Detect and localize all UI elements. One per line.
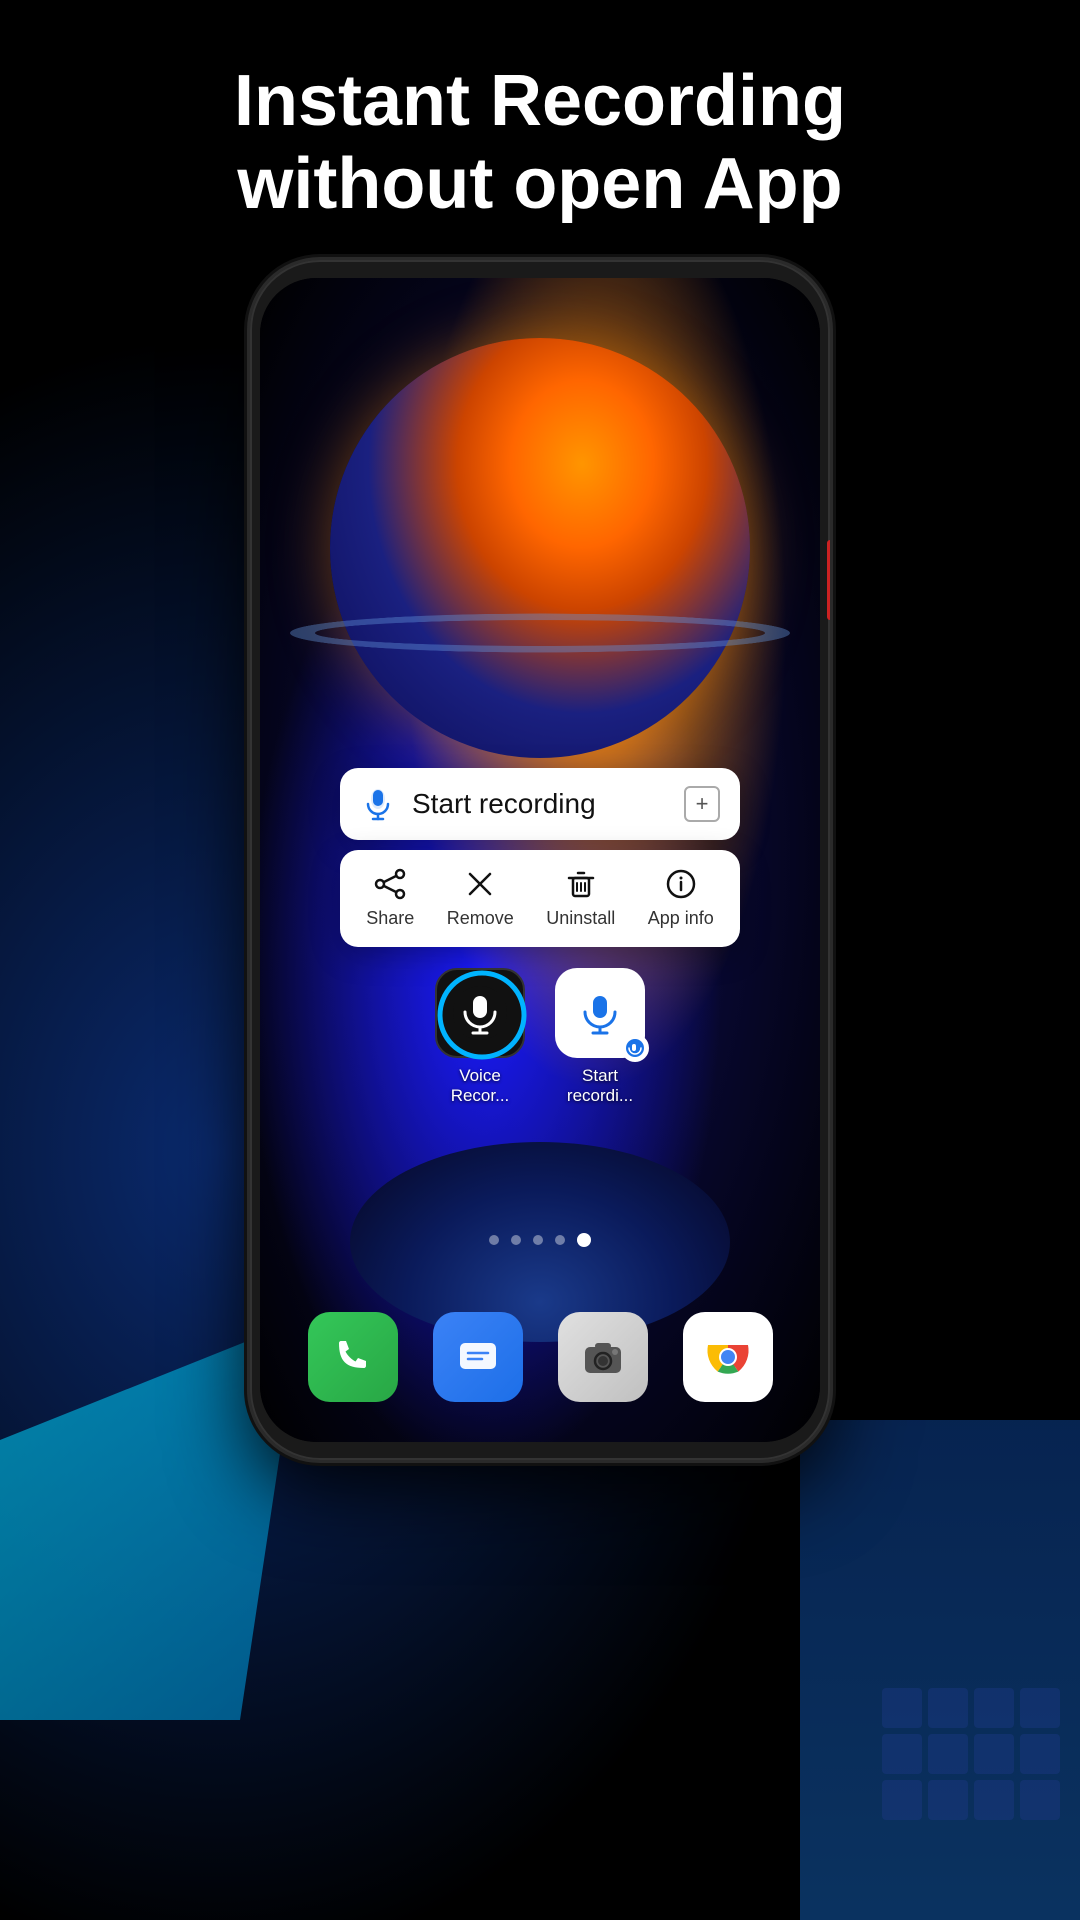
decorative-squares xyxy=(882,1688,1060,1820)
start-recording-icon-wrap[interactable]: Start recordi... xyxy=(555,968,645,1106)
dock-messages[interactable] xyxy=(433,1312,523,1402)
header-line2: without open App xyxy=(237,144,842,224)
dot-3 xyxy=(533,1235,543,1245)
dock-chrome[interactable] xyxy=(683,1312,773,1402)
bottom-dock xyxy=(290,1312,790,1402)
phone-screen: Start recording + Share xyxy=(260,278,820,1442)
plus-button[interactable]: + xyxy=(684,786,720,822)
header-line1: Instant Recording xyxy=(234,61,846,141)
info-icon xyxy=(665,868,697,900)
app-icons-row: Voice Recor... xyxy=(435,968,645,1106)
share-icon xyxy=(374,868,406,900)
uninstall-action[interactable]: Uninstall xyxy=(546,868,615,929)
remove-icon xyxy=(464,868,496,900)
start-recording-shortcut-icon xyxy=(555,968,645,1058)
context-actions-menu: Share Remove Unins xyxy=(340,850,740,947)
dot-5-active xyxy=(577,1233,591,1247)
header: Instant Recording without open App xyxy=(0,60,1080,226)
side-button xyxy=(827,540,830,620)
dock-phone[interactable] xyxy=(308,1312,398,1402)
voice-recorder-icon xyxy=(435,968,525,1058)
dot-2 xyxy=(511,1235,521,1245)
share-label: Share xyxy=(366,908,414,929)
share-action[interactable]: Share xyxy=(366,868,414,929)
page-dots xyxy=(489,1233,591,1247)
uninstall-label: Uninstall xyxy=(546,908,615,929)
remove-action[interactable]: Remove xyxy=(447,868,514,929)
remove-label: Remove xyxy=(447,908,514,929)
trash-icon xyxy=(565,868,597,900)
background-blue-right xyxy=(800,1420,1080,1920)
app-info-action[interactable]: App info xyxy=(648,868,714,929)
voice-recorder-name: Voice Recor... xyxy=(435,1066,525,1106)
planet-ring xyxy=(290,614,790,653)
mic-icon xyxy=(360,786,396,822)
planet-main xyxy=(330,338,750,758)
phone-frame: Start recording + Share xyxy=(250,260,830,1460)
shortcut-badge xyxy=(621,1034,649,1062)
dot-1 xyxy=(489,1235,499,1245)
dock-camera[interactable] xyxy=(558,1312,648,1402)
start-recording-menu[interactable]: Start recording + xyxy=(340,768,740,840)
start-recording-name: Start recordi... xyxy=(555,1066,645,1106)
dot-4 xyxy=(555,1235,565,1245)
app-info-label: App info xyxy=(648,908,714,929)
start-recording-label: Start recording xyxy=(412,788,668,820)
voice-recorder-icon-wrap[interactable]: Voice Recor... xyxy=(435,968,525,1106)
